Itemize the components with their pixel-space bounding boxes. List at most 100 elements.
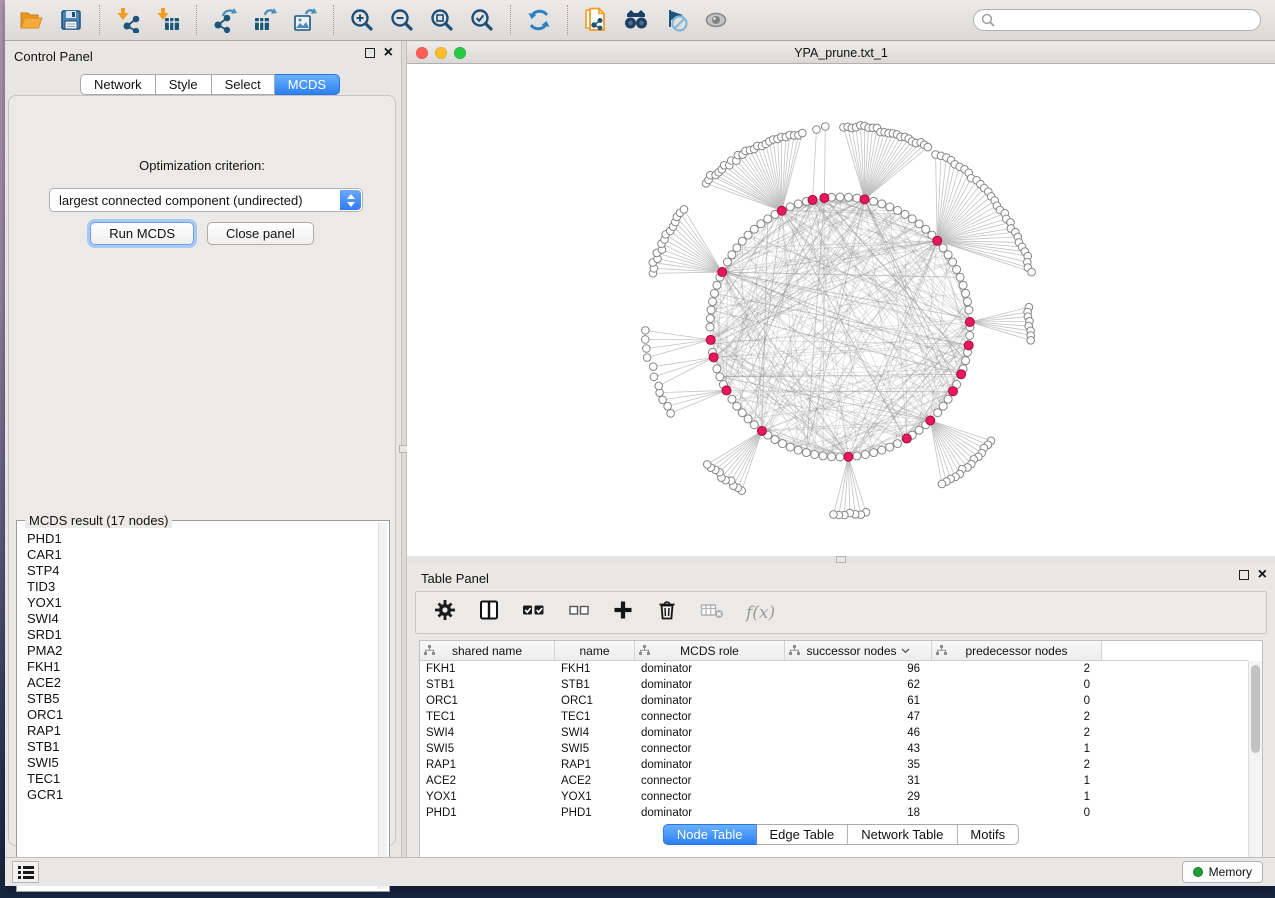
mcds-result-item[interactable]: PHD1 bbox=[27, 531, 373, 547]
table-row[interactable]: ORC1ORC1dominator610 bbox=[420, 693, 1248, 709]
tab-node-table[interactable]: Node Table bbox=[663, 824, 757, 845]
mcds-list-scrollbar[interactable] bbox=[378, 523, 387, 889]
splitter-grip[interactable] bbox=[836, 556, 846, 563]
zoom-in-icon[interactable] bbox=[346, 4, 378, 36]
export-image-icon[interactable] bbox=[289, 4, 321, 36]
table-cell: 1 bbox=[932, 743, 1102, 755]
close-panel-icon[interactable]: × bbox=[1258, 570, 1267, 580]
task-list-icon bbox=[18, 865, 34, 879]
close-panel-button[interactable]: Close panel bbox=[207, 222, 314, 245]
mcds-result-item[interactable]: SRD1 bbox=[27, 627, 373, 643]
deselect-all-rows-icon[interactable] bbox=[568, 599, 590, 626]
create-column-plus-icon[interactable] bbox=[612, 599, 634, 626]
toolbar-separator bbox=[196, 5, 197, 35]
export-network-icon[interactable] bbox=[209, 4, 241, 36]
mcds-result-item[interactable]: SWI5 bbox=[27, 755, 373, 771]
control-panel: Control Panel × NetworkStyleSelectMCDS O… bbox=[5, 41, 401, 857]
export-table-icon[interactable] bbox=[249, 4, 281, 36]
table-row[interactable]: YOX1YOX1connector291 bbox=[420, 789, 1248, 805]
mcds-result-item[interactable]: PMA2 bbox=[27, 643, 373, 659]
mcds-result-item[interactable]: STB5 bbox=[27, 691, 373, 707]
table-cell: SWI4 bbox=[420, 727, 555, 739]
mcds-result-list[interactable]: PHD1CAR1STP4TID3YOX1SWI4SRD1PMA2FKH1ACE2… bbox=[27, 531, 373, 887]
table-row[interactable]: TEC1TEC1connector472 bbox=[420, 709, 1248, 725]
mcds-result-item[interactable]: ACE2 bbox=[27, 675, 373, 691]
tab-select[interactable]: Select bbox=[212, 74, 275, 95]
open-file-icon[interactable] bbox=[15, 4, 47, 36]
tab-style[interactable]: Style bbox=[156, 74, 212, 95]
table-scrollbar[interactable] bbox=[1248, 661, 1262, 864]
float-panel-icon[interactable] bbox=[1239, 570, 1249, 580]
mcds-result-item[interactable]: TEC1 bbox=[27, 771, 373, 787]
show-columns-icon[interactable] bbox=[478, 599, 500, 626]
tab-motifs[interactable]: Motifs bbox=[957, 824, 1019, 845]
zoom-selected-icon[interactable] bbox=[466, 4, 498, 36]
delete-table-icon-disabled bbox=[700, 599, 724, 626]
table-row[interactable]: FKH1FKH1dominator962 bbox=[420, 661, 1248, 677]
hide-selected-icon[interactable] bbox=[660, 4, 692, 36]
table-row[interactable]: PHD1PHD1dominator180 bbox=[420, 805, 1248, 821]
apply-layout-icon[interactable] bbox=[523, 4, 555, 36]
application-window: Control Panel × NetworkStyleSelectMCDS O… bbox=[5, 0, 1275, 886]
memory-button[interactable]: Memory bbox=[1182, 861, 1263, 883]
delete-column-trash-icon[interactable] bbox=[656, 599, 678, 626]
close-panel-icon[interactable]: × bbox=[384, 48, 393, 58]
table-cell: 31 bbox=[785, 775, 932, 787]
table-cell: 61 bbox=[785, 695, 932, 707]
table-cell: 35 bbox=[785, 759, 932, 771]
import-table-icon[interactable] bbox=[152, 4, 184, 36]
network-from-selection-icon[interactable] bbox=[580, 4, 612, 36]
tab-network[interactable]: Network bbox=[80, 74, 156, 95]
select-all-rows-icon[interactable] bbox=[522, 599, 546, 626]
toolbar-separator bbox=[567, 5, 568, 35]
tab-network-table[interactable]: Network Table bbox=[848, 824, 957, 845]
task-history-button[interactable] bbox=[12, 861, 39, 883]
network-graph[interactable] bbox=[407, 64, 1275, 556]
network-canvas[interactable] bbox=[407, 64, 1275, 556]
table-row[interactable]: ACE2ACE2connector311 bbox=[420, 773, 1248, 789]
column-header-shared-name[interactable]: shared name bbox=[420, 641, 555, 660]
mcds-result-item[interactable]: ORC1 bbox=[27, 707, 373, 723]
import-network-icon[interactable] bbox=[112, 4, 144, 36]
table-cell: 1 bbox=[932, 791, 1102, 803]
table-row[interactable]: SWI4SWI4dominator462 bbox=[420, 725, 1248, 741]
horizontal-splitter[interactable] bbox=[407, 556, 1275, 564]
table-scrollbar-thumb[interactable] bbox=[1251, 665, 1260, 753]
zoom-out-icon[interactable] bbox=[386, 4, 418, 36]
table-cell: 62 bbox=[785, 679, 932, 691]
mcds-result-item[interactable]: TID3 bbox=[27, 579, 373, 595]
search-input[interactable] bbox=[973, 9, 1261, 31]
memory-status-icon bbox=[1193, 867, 1203, 877]
table-cell: ORC1 bbox=[420, 695, 555, 707]
mcds-result-item[interactable]: RAP1 bbox=[27, 723, 373, 739]
mcds-result-item[interactable]: STB1 bbox=[27, 739, 373, 755]
memory-label: Memory bbox=[1209, 865, 1252, 879]
show-hidden-eye-icon[interactable] bbox=[700, 4, 732, 36]
tab-edge-table[interactable]: Edge Table bbox=[756, 824, 848, 845]
optimization-criterion-select[interactable]: largest connected component (undirected) bbox=[49, 188, 363, 212]
zoom-fit-icon[interactable] bbox=[426, 4, 458, 36]
table-row[interactable]: SWI5SWI5connector431 bbox=[420, 741, 1248, 757]
column-header-name[interactable]: name bbox=[555, 641, 635, 660]
mcds-result-item[interactable]: GCR1 bbox=[27, 787, 373, 803]
float-panel-icon[interactable] bbox=[365, 48, 375, 58]
mcds-result-item[interactable]: CAR1 bbox=[27, 547, 373, 563]
mcds-result-item[interactable]: SWI4 bbox=[27, 611, 373, 627]
column-header-MCDS-role[interactable]: MCDS role bbox=[635, 641, 785, 660]
table-cell: 46 bbox=[785, 727, 932, 739]
column-header-predecessor-nodes[interactable]: predecessor nodes bbox=[932, 641, 1102, 660]
tab-mcds[interactable]: MCDS bbox=[275, 74, 340, 95]
table-settings-gear-icon[interactable] bbox=[434, 599, 456, 626]
table-row[interactable]: STB1STB1dominator620 bbox=[420, 677, 1248, 693]
mcds-result-item[interactable]: STP4 bbox=[27, 563, 373, 579]
main-toolbar bbox=[5, 0, 1275, 41]
find-icon[interactable] bbox=[620, 4, 652, 36]
mcds-result-item[interactable]: YOX1 bbox=[27, 595, 373, 611]
column-header-successor-nodes[interactable]: successor nodes bbox=[785, 641, 932, 660]
mcds-result-item[interactable]: FKH1 bbox=[27, 659, 373, 675]
table-cell: 2 bbox=[932, 727, 1102, 739]
network-window-titlebar[interactable]: YPA_prune.txt_1 bbox=[407, 42, 1275, 64]
table-row[interactable]: RAP1RAP1dominator352 bbox=[420, 757, 1248, 773]
save-session-icon[interactable] bbox=[55, 4, 87, 36]
run-mcds-button[interactable]: Run MCDS bbox=[90, 222, 194, 245]
